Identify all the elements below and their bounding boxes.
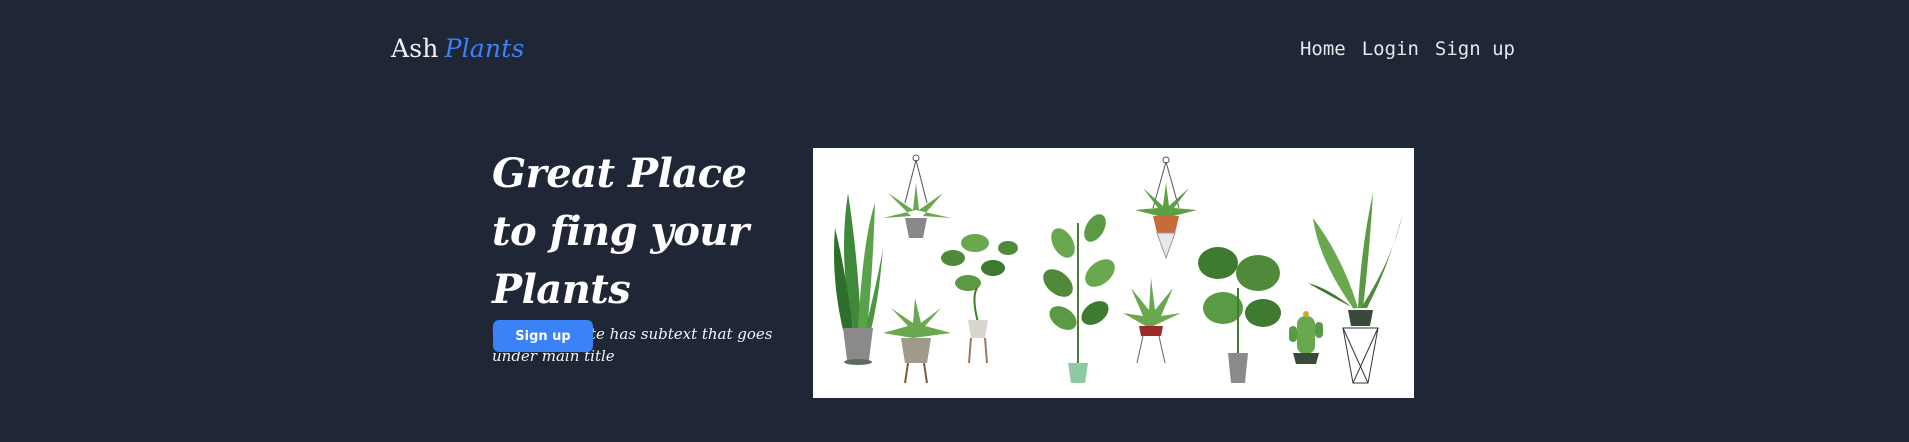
hanging-plant-icon — [883, 154, 951, 238]
hanging-planter-icon — [1135, 156, 1197, 260]
tall-plant-icon — [1308, 193, 1403, 384]
pothos-plant-icon — [941, 234, 1018, 364]
site-logo[interactable]: Ash Plants — [391, 34, 525, 63]
plants-illustration — [813, 148, 1414, 398]
spiky-plant-icon — [1123, 278, 1181, 364]
cactus-icon — [1289, 311, 1323, 364]
house-plants-icon — [834, 154, 1403, 384]
fiddle-leaf-icon — [1043, 214, 1115, 383]
signup-button[interactable]: Sign up — [493, 320, 593, 352]
nav-signup-link[interactable]: Sign up — [1435, 38, 1515, 60]
brand-accent: Plants — [444, 34, 525, 63]
nav-login-link[interactable]: Login — [1362, 38, 1419, 60]
snake-plant-icon — [834, 193, 883, 365]
top-nav: Home Login Sign up — [1300, 38, 1515, 60]
monstera-icon — [1198, 247, 1281, 383]
nav-home-link[interactable]: Home — [1300, 38, 1346, 60]
hero-title: Great Place to fing your Plants — [492, 150, 749, 313]
brand-name: Ash — [391, 34, 439, 63]
succulent-icon — [883, 298, 951, 384]
